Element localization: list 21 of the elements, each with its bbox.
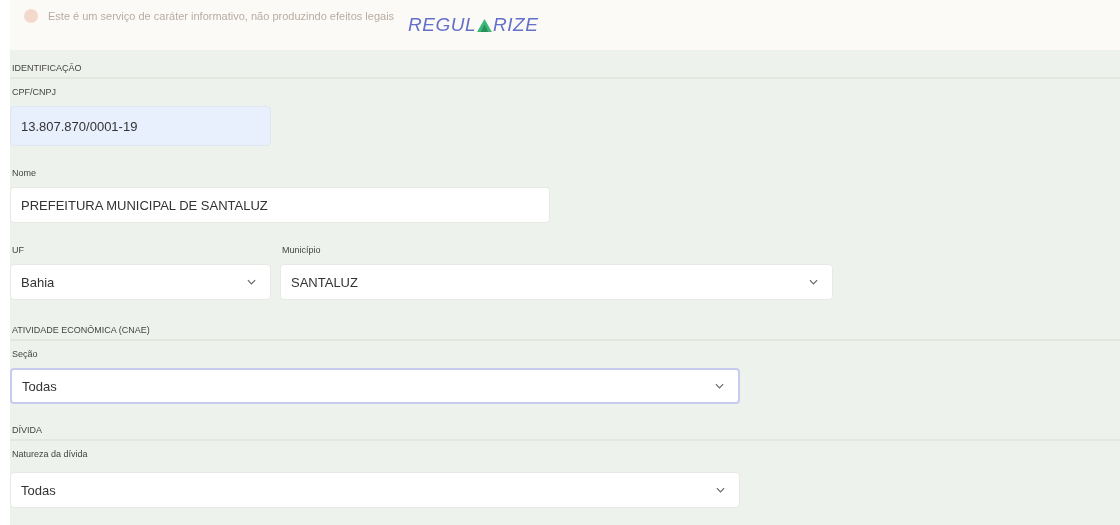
chevron-down-icon [715, 383, 724, 389]
field-label: UF [12, 245, 25, 255]
input-field[interactable]: PREFEITURA MUNICIPAL DE SANTALUZ [10, 187, 550, 223]
field-label: Seção [12, 349, 39, 359]
select-field[interactable]: Todas [10, 472, 740, 508]
logo: REGUL RIZE [408, 14, 539, 36]
field-label: Município [282, 245, 322, 255]
chevron-down-icon [716, 487, 725, 493]
input-field[interactable]: 13.807.870/0001-19 [10, 106, 271, 146]
select-field[interactable]: SANTALUZ [280, 264, 833, 300]
chevron-down-icon [809, 279, 818, 285]
section-heading: DÍVIDA [10, 422, 1120, 441]
field-label: Nome [12, 168, 37, 178]
section-heading: IDENTIFICAÇÃO [10, 60, 1120, 79]
select-field[interactable]: Todas [10, 368, 740, 404]
notice-text: Este é um serviço de caráter informativo, não produzindo efeitos legais [48, 10, 395, 22]
select-field[interactable]: Bahia [10, 264, 271, 300]
field-label: Natureza da dívida [12, 449, 89, 459]
chevron-down-icon [247, 279, 256, 285]
section-heading: ATIVIDADE ECONÔMICA (CNAE) [10, 322, 1120, 341]
field-label: CPF/CNPJ [12, 87, 57, 97]
